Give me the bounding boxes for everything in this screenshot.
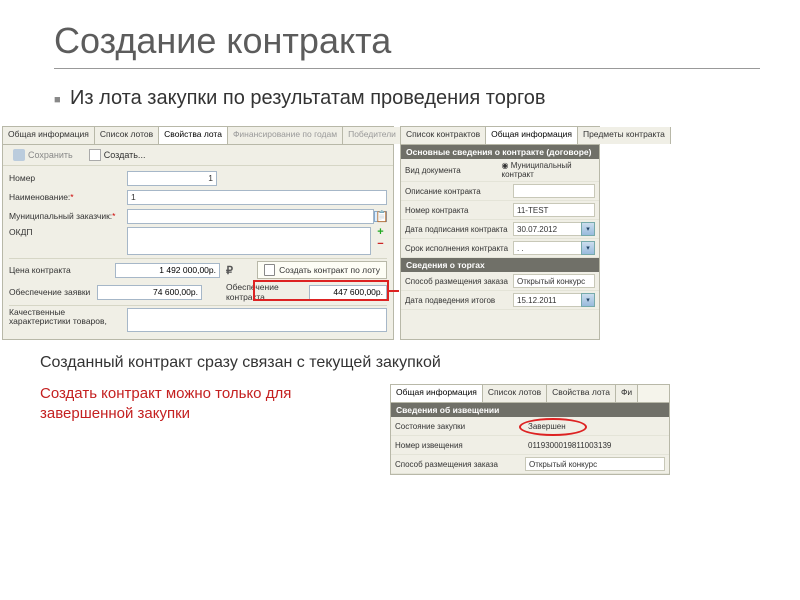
tab-contract-items[interactable]: Предметы контракта xyxy=(578,127,671,144)
notice-num-label: Номер извещения xyxy=(395,441,525,450)
dropdown-icon[interactable]: ▾ xyxy=(581,293,595,307)
notice-method-label: Способ размещения заказа xyxy=(395,460,525,469)
dropdown-icon[interactable]: ▾ xyxy=(581,241,595,255)
notice-num-value: 0119300019811003139 xyxy=(525,438,665,452)
term-input[interactable]: . . xyxy=(513,241,582,255)
create-label: Создать... xyxy=(104,150,146,160)
doc-type-radio[interactable]: ◉ Муниципальный контракт xyxy=(502,161,596,179)
bid-label: Обеспечение заявки xyxy=(9,287,91,297)
tab-contract-list[interactable]: Список контрактов xyxy=(401,127,486,144)
number-input[interactable] xyxy=(127,171,217,186)
create-contract-by-lot-button[interactable]: Создать контракт по лоту xyxy=(257,261,387,279)
exec-label: Обеспечение контракта xyxy=(226,282,303,302)
tab-general-info[interactable]: Общая информация xyxy=(3,127,95,144)
price-label: Цена контракта xyxy=(9,265,109,275)
method-label: Способ размещения заказа xyxy=(405,277,513,286)
create-contract-label: Создать контракт по лоту xyxy=(279,265,380,275)
name-label: Наименование:* xyxy=(9,192,127,202)
term-label: Срок исполнения контракта xyxy=(405,244,513,253)
highlight-arrow xyxy=(389,290,399,292)
tab-notice-lot-props[interactable]: Свойства лота xyxy=(547,385,616,402)
method-value: Открытый конкурс xyxy=(513,274,595,288)
notice-tabs: Общая информация Список лотов Свойства л… xyxy=(391,385,669,403)
exec-input[interactable] xyxy=(309,285,387,300)
tab-notice-lots[interactable]: Список лотов xyxy=(483,385,547,402)
notice-method-value[interactable]: Открытый конкурс xyxy=(525,457,665,471)
result-date-label: Дата подведения итогов xyxy=(405,296,513,305)
contract-num-input[interactable]: 11-TEST xyxy=(513,203,595,217)
customer-input[interactable] xyxy=(127,209,374,224)
tab-lot-properties[interactable]: Свойства лота xyxy=(159,127,228,144)
tab-winners[interactable]: Победители xyxy=(343,127,402,144)
tender-section-header: Сведения о торгах xyxy=(401,258,599,272)
new-icon xyxy=(89,149,101,161)
plus-icon[interactable]: + xyxy=(374,227,387,238)
desc-label: Описание контракта xyxy=(405,187,513,196)
document-icon xyxy=(264,264,275,276)
sign-date-input[interactable]: 30.07.2012 xyxy=(513,222,582,236)
create-button[interactable]: Создать... xyxy=(85,148,150,162)
toolbar: Сохранить Создать... xyxy=(3,145,393,166)
bid-input[interactable] xyxy=(97,285,202,300)
state-label: Состояние закупки xyxy=(395,422,525,431)
tab-financing[interactable]: Финансирование по годам xyxy=(228,127,343,144)
contract-num-label: Номер контракта xyxy=(405,206,513,215)
ruble-icon: ₽ xyxy=(226,264,233,277)
contract-panel: Список контрактов Общая информация Предм… xyxy=(400,126,600,340)
tab-contract-general[interactable]: Общая информация xyxy=(486,127,578,144)
okdp-input[interactable] xyxy=(127,227,371,255)
save-button[interactable]: Сохранить xyxy=(9,148,77,162)
slide-subtitle: Из лота закупки по результатам проведени… xyxy=(0,87,800,110)
title-underline xyxy=(54,68,760,69)
okdp-label: ОКДП xyxy=(9,227,127,237)
quality-label: Качественные характеристики товаров, xyxy=(9,308,127,327)
lot-panel: Общая информация Список лотов Свойства л… xyxy=(2,126,394,340)
quality-input[interactable] xyxy=(127,308,387,332)
tab-notice-general[interactable]: Общая информация xyxy=(391,385,483,402)
slide-title: Создание контракта xyxy=(0,0,800,68)
notice-panel: Общая информация Список лотов Свойства л… xyxy=(390,384,670,475)
minus-icon[interactable]: − xyxy=(374,239,387,250)
name-input[interactable] xyxy=(127,190,387,205)
number-label: Номер xyxy=(9,173,127,183)
desc-input[interactable] xyxy=(513,184,595,198)
customer-label: Муниципальный заказчик:* xyxy=(9,211,127,221)
tab-notice-fi[interactable]: Фи xyxy=(616,385,638,402)
result-date-input[interactable]: 15.12.2011 xyxy=(513,293,582,307)
dropdown-icon[interactable]: ▾ xyxy=(581,222,595,236)
red-note: Создать контракт можно только для заверш… xyxy=(40,384,330,425)
price-input[interactable] xyxy=(115,263,220,278)
contract-section-header: Основные сведения о контракте (договоре) xyxy=(401,145,599,159)
lookup-icon[interactable]: 📋 xyxy=(374,211,387,222)
tab-lot-list[interactable]: Список лотов xyxy=(95,127,159,144)
state-value: Завершен xyxy=(525,419,665,433)
lot-tabs: Общая информация Список лотов Свойства л… xyxy=(3,127,393,145)
save-icon xyxy=(13,149,25,161)
save-label: Сохранить xyxy=(28,150,73,160)
caption-linked: Созданный контракт сразу связан с текуще… xyxy=(0,340,800,384)
contract-tabs: Список контрактов Общая информация Предм… xyxy=(401,127,599,145)
sign-date-label: Дата подписания контракта xyxy=(405,225,513,234)
notice-section-header: Сведения об извещении xyxy=(391,403,669,417)
doc-type-label: Вид документа xyxy=(405,166,502,175)
